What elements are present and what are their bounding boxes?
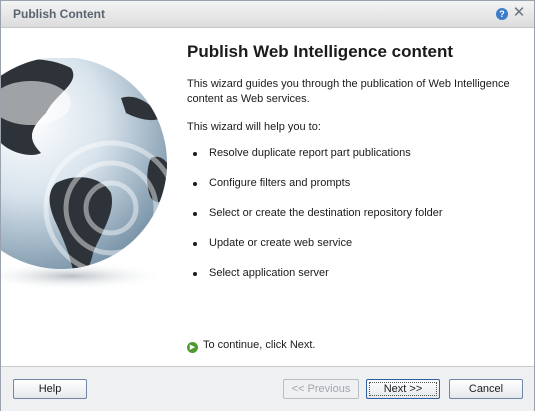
green-arrow-icon: ▶	[187, 342, 198, 353]
continue-hint: ▶ To continue, click Next.	[187, 339, 316, 353]
continue-text: To continue, click Next.	[203, 339, 316, 351]
cancel-button[interactable]: Cancel	[449, 379, 523, 399]
window-title: Publish Content	[13, 7, 105, 21]
button-bar: Help << Previous Next >> Cancel	[1, 366, 534, 411]
step-item: Update or create web service	[191, 236, 443, 266]
page-title: Publish Web Intelligence content	[187, 42, 454, 61]
step-item: Resolve duplicate report part publicatio…	[191, 146, 443, 176]
help-button[interactable]: Help	[13, 379, 87, 399]
step-item: Select or create the destination reposit…	[191, 206, 443, 236]
globe-illustration	[1, 58, 167, 290]
steps-list: Resolve duplicate report part publicatio…	[191, 146, 443, 296]
title-bar: Publish Content ? ✕	[1, 1, 534, 28]
intro-text: This wizard guides you through the publi…	[187, 78, 510, 105]
wizard-content: Publish Web Intelligence content This wi…	[1, 28, 534, 365]
previous-button[interactable]: << Previous	[283, 379, 359, 399]
step-item: Select application server	[191, 266, 443, 296]
publish-content-dialog: Publish Content ? ✕ Publish Web Intellig…	[0, 0, 535, 411]
question-icon[interactable]: ?	[496, 8, 508, 20]
close-icon[interactable]: ✕	[512, 5, 526, 21]
next-button[interactable]: Next >>	[366, 379, 440, 399]
subintro-text: This wizard will help you to:	[187, 121, 321, 133]
step-item: Configure filters and prompts	[191, 176, 443, 206]
